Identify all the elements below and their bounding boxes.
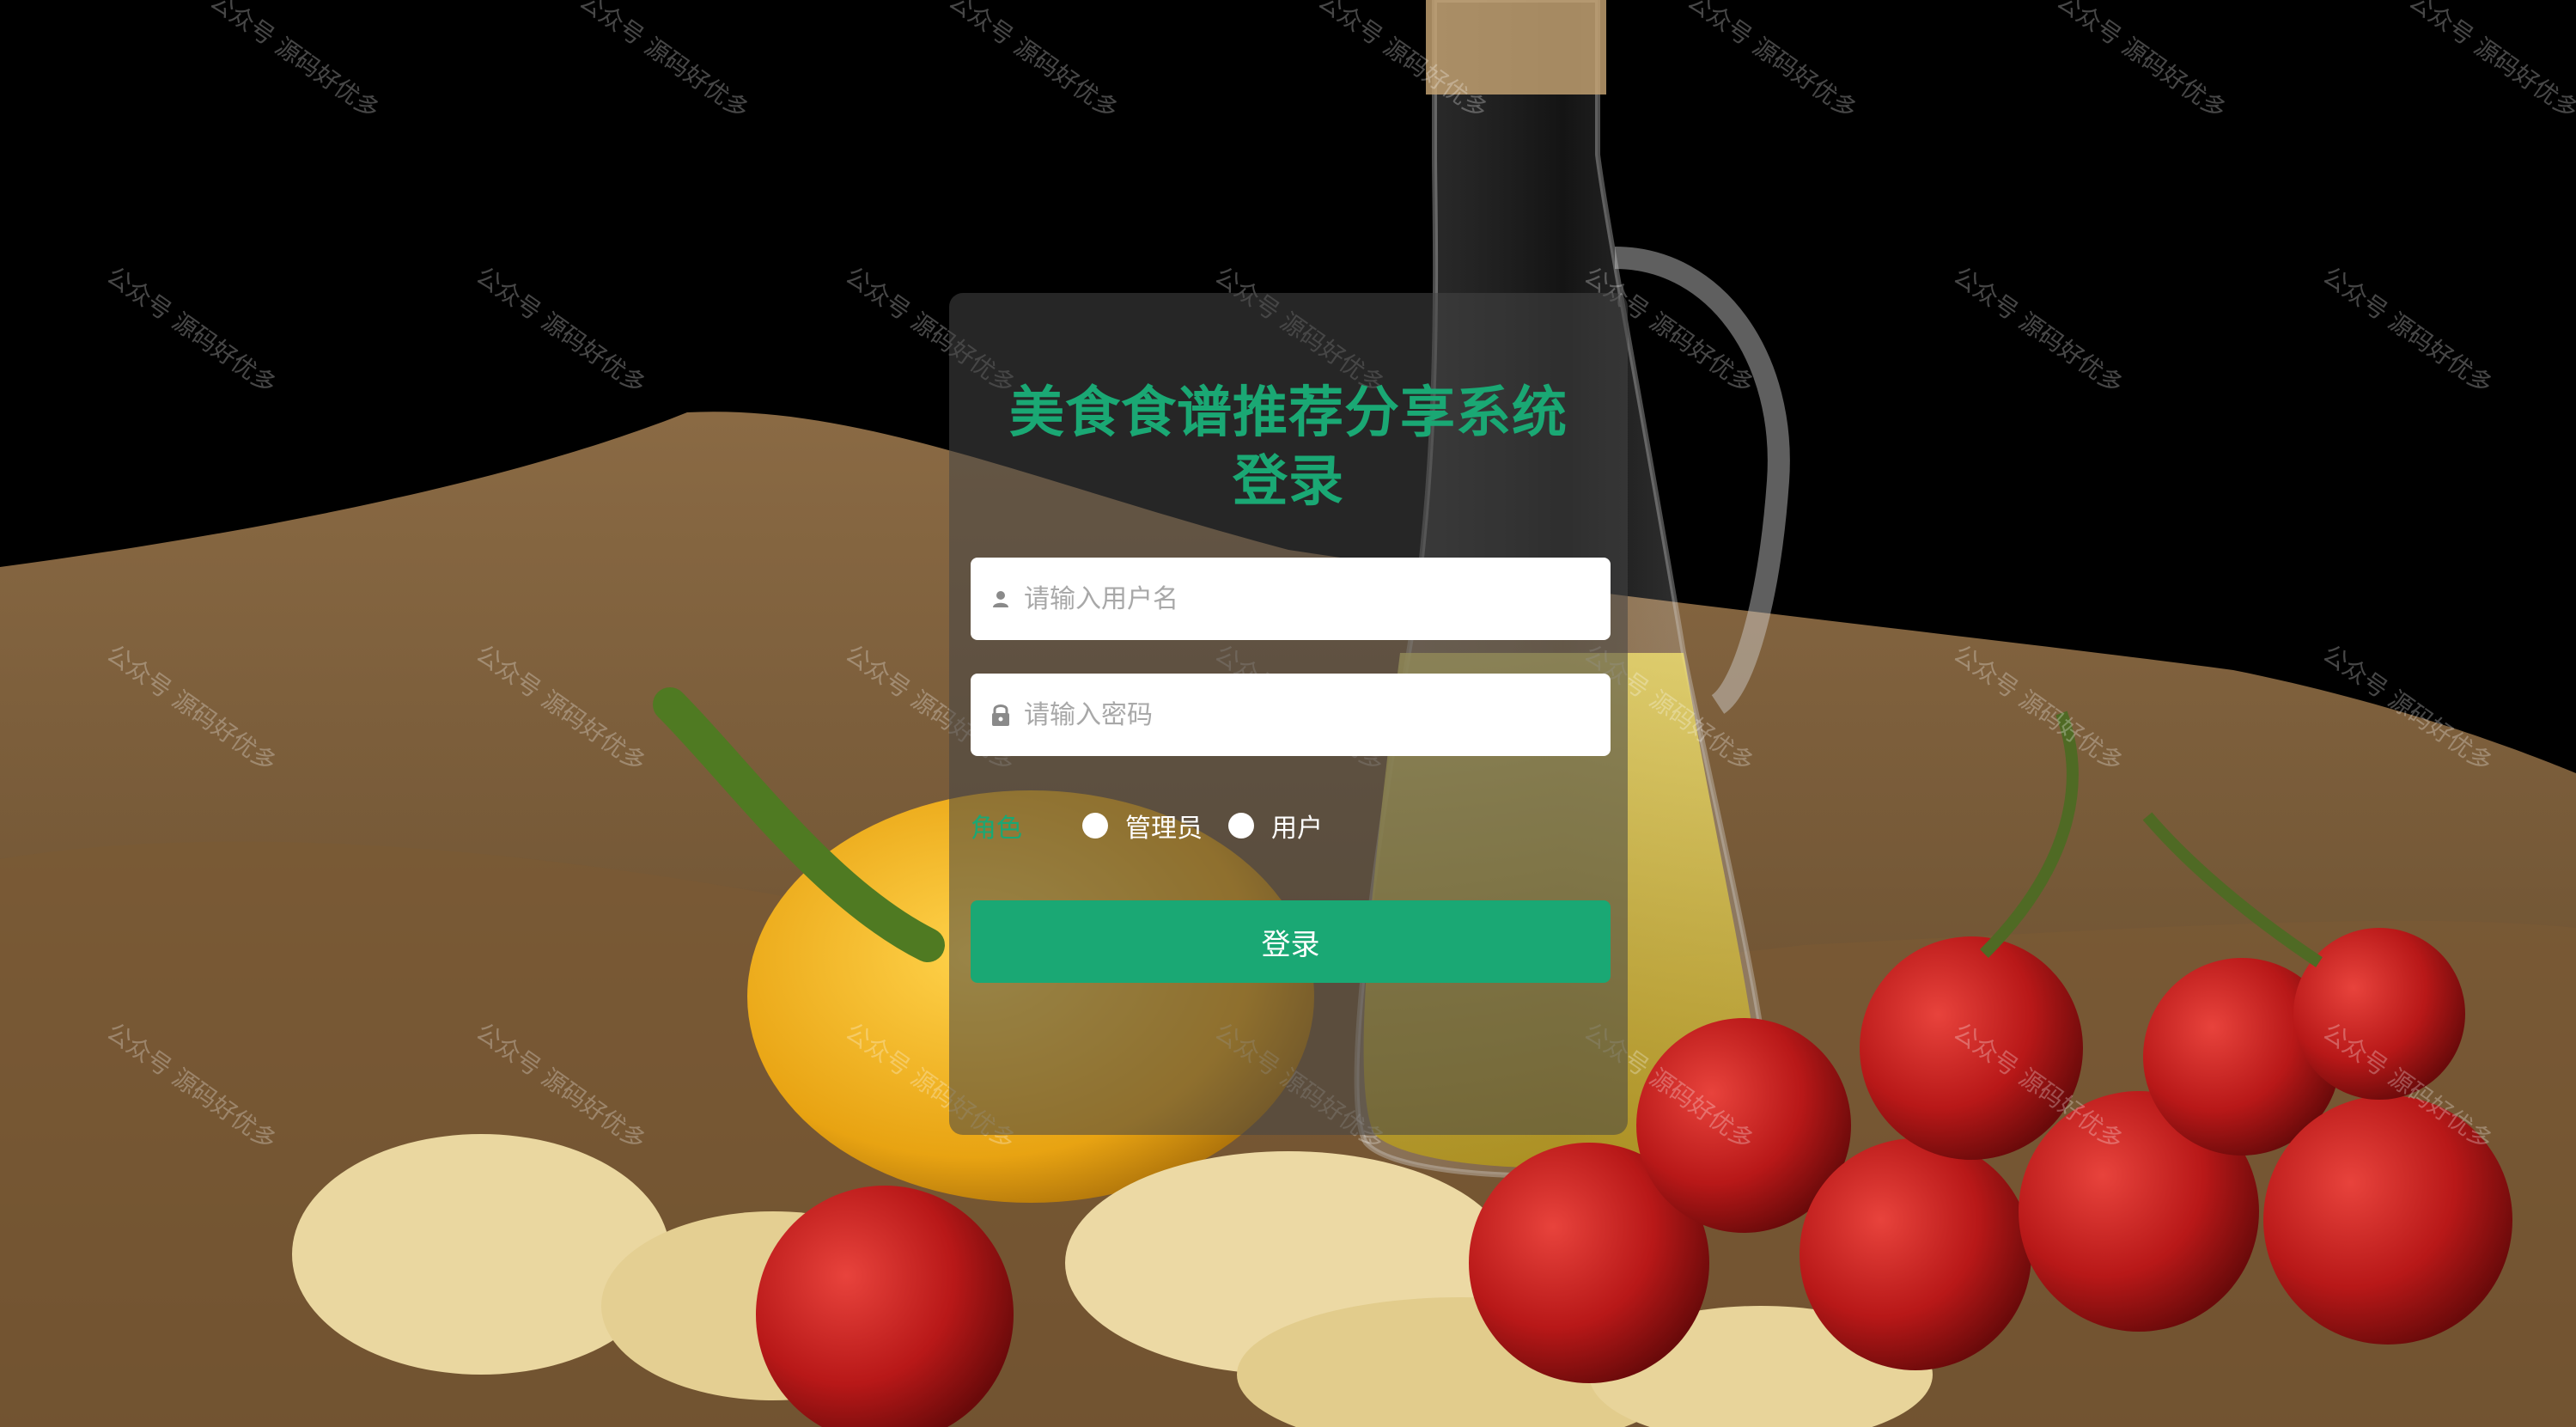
lock-icon xyxy=(971,674,1022,756)
username-input[interactable] xyxy=(1022,559,1592,638)
role-selector: 角色 管理员 用户 xyxy=(971,800,1349,851)
login-title: 美食食谱推荐分享系统登录 xyxy=(1009,381,1568,514)
role-radio-admin[interactable] xyxy=(1082,813,1108,839)
role-radio-user[interactable] xyxy=(1228,813,1254,839)
user-icon xyxy=(971,558,1022,640)
login-page: 公众号 源码好优多 公众号 源码好优多 公众号 源码好优多 公众号 源码好优多 … xyxy=(0,0,2576,1427)
role-option-admin-label[interactable]: 管理员 xyxy=(1125,807,1203,845)
role-label: 角色 xyxy=(971,814,1022,844)
password-field[interactable] xyxy=(971,674,1611,756)
role-option-user-label[interactable]: 用户 xyxy=(1271,807,1323,845)
password-input[interactable] xyxy=(1022,675,1592,754)
username-field[interactable] xyxy=(971,558,1611,640)
login-button[interactable]: 登录 xyxy=(971,900,1611,983)
login-card: 美食食谱推荐分享系统登录 角色 管理员 xyxy=(949,293,1628,1135)
